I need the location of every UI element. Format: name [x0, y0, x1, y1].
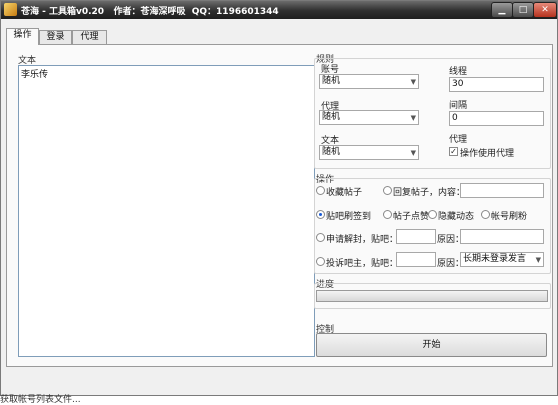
- chevron-down-icon: ▼: [410, 78, 416, 86]
- progress-bar: [316, 290, 548, 302]
- favorite-post-radio[interactable]: [316, 186, 325, 195]
- chevron-down-icon: ▼: [410, 114, 416, 122]
- favorite-post-label: 收藏帖子: [326, 188, 363, 198]
- interval-input[interactable]: 0: [449, 111, 544, 126]
- use-proxy-checkbox[interactable]: ✓: [449, 147, 458, 156]
- text-select[interactable]: 随机 ▼: [319, 145, 419, 160]
- tab-login[interactable]: 登录: [39, 30, 72, 44]
- complain-owner-radio[interactable]: [316, 257, 325, 266]
- account-fans-radio[interactable]: [481, 210, 490, 219]
- tieba-signin-radio[interactable]: [316, 210, 325, 219]
- account-select[interactable]: 随机 ▼: [319, 74, 419, 89]
- window-title: 苍海 - 工具箱v0.20 作者：苍海深呼吸 QQ：1196601344: [21, 7, 279, 17]
- main-window: 苍海 - 工具箱v0.20 作者：苍海深呼吸 QQ：1196601344 ▁ □…: [0, 0, 558, 396]
- threads-input[interactable]: 30: [449, 77, 544, 92]
- tab-proxy[interactable]: 代理: [72, 30, 107, 44]
- close-button[interactable]: ✕: [533, 2, 557, 18]
- hide-activity-label: 隐藏动态: [438, 212, 475, 222]
- hide-activity-radio[interactable]: [428, 210, 437, 219]
- reason2-select-value: 长期未登录发言: [463, 254, 527, 264]
- apply-unban-radio[interactable]: [316, 233, 325, 242]
- account-fans-label: 帐号刷粉: [491, 212, 528, 222]
- proxy-option-label: 代理: [449, 135, 468, 145]
- text-select-value: 随机: [322, 147, 341, 157]
- complain-owner-label: 投诉吧主，贴吧：: [326, 259, 399, 269]
- tieba-signin-label: 贴吧刷签到: [326, 212, 372, 222]
- minimize-button[interactable]: ▁: [491, 2, 513, 18]
- reason1-input[interactable]: [460, 229, 544, 244]
- complain-tieba-input[interactable]: [396, 252, 436, 267]
- title-bar[interactable]: 苍海 - 工具箱v0.20 作者：苍海深呼吸 QQ：1196601344 ▁ □…: [1, 1, 557, 19]
- unban-tieba-input[interactable]: [396, 229, 436, 244]
- proxy-select-value: 随机: [322, 112, 341, 122]
- maximize-button[interactable]: □: [512, 2, 534, 18]
- reply-post-label: 回复帖子，内容：: [393, 188, 466, 198]
- reply-post-radio[interactable]: [383, 186, 392, 195]
- use-proxy-label: 操作使用代理: [460, 149, 515, 159]
- threads-label: 线程: [449, 67, 468, 77]
- status-text: 获取帐号列表文件...: [0, 395, 81, 405]
- chevron-down-icon: ▼: [535, 256, 541, 264]
- tab-panel: 文本 李乐传 规则 账号 随机 ▼ 代理 随机 ▼ 文本 随机 ▼ 线程 30 …: [6, 44, 553, 367]
- interval-label: 间隔: [449, 101, 468, 111]
- proxy-select[interactable]: 随机 ▼: [319, 110, 419, 125]
- reply-content-input[interactable]: [460, 183, 544, 198]
- app-icon: [4, 3, 17, 16]
- post-like-label: 帖子点赞: [393, 212, 430, 222]
- apply-unban-label: 申请解封，贴吧：: [326, 235, 399, 245]
- tab-operate[interactable]: 操作: [6, 28, 39, 45]
- reason2-select[interactable]: 长期未登录发言 ▼: [460, 252, 544, 267]
- chevron-down-icon: ▼: [410, 149, 416, 157]
- start-button[interactable]: 开始: [316, 333, 547, 357]
- account-select-value: 随机: [322, 76, 341, 86]
- post-like-radio[interactable]: [383, 210, 392, 219]
- text-area[interactable]: 李乐传: [18, 65, 315, 357]
